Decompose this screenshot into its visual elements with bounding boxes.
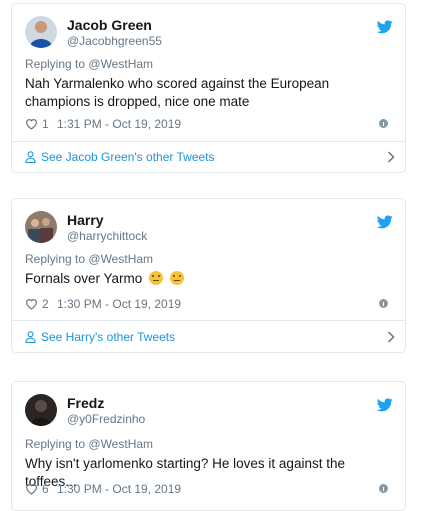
reply-prefix: Replying to bbox=[25, 57, 86, 71]
reply-context: Replying to @WestHam bbox=[25, 252, 153, 266]
tweet-card[interactable]: Fredz @y0Fredzinho Replying to @WestHam … bbox=[11, 381, 406, 511]
twitter-bird-icon[interactable] bbox=[377, 215, 393, 229]
tweet-card[interactable]: Jacob Green @Jacobhgreen55 Replying to @… bbox=[11, 3, 406, 173]
tweet-meta: 1 1:31 PM - Oct 19, 2019 bbox=[25, 117, 395, 133]
reply-prefix: Replying to bbox=[25, 252, 86, 266]
tweet-header: Fredz @y0Fredzinho bbox=[25, 394, 395, 430]
heart-icon[interactable] bbox=[25, 483, 38, 495]
reply-context: Replying to @WestHam bbox=[25, 57, 153, 71]
avatar[interactable] bbox=[25, 16, 57, 48]
info-icon[interactable] bbox=[379, 299, 388, 308]
see-other-tweets-link[interactable]: See Harry's other Tweets bbox=[25, 329, 395, 349]
info-icon[interactable] bbox=[379, 484, 388, 493]
like-count: 6 bbox=[42, 482, 49, 496]
chevron-right-icon[interactable] bbox=[387, 331, 395, 343]
tweet-header: Harry @harrychittock bbox=[25, 211, 395, 247]
info-icon[interactable] bbox=[379, 119, 388, 128]
like-count: 1 bbox=[42, 117, 49, 131]
divider bbox=[12, 320, 405, 321]
reply-to-link[interactable]: @WestHam bbox=[88, 437, 153, 451]
heart-icon[interactable] bbox=[25, 118, 38, 130]
timestamp[interactable]: 1:30 PM - Oct 19, 2019 bbox=[57, 297, 181, 311]
avatar-icon bbox=[25, 211, 57, 243]
user-name[interactable]: Harry bbox=[67, 212, 104, 228]
avatar-icon bbox=[25, 16, 57, 48]
tweet-text: Nah Yarmalenko who scored against the Eu… bbox=[25, 76, 330, 109]
user-name[interactable]: Fredz bbox=[67, 395, 104, 411]
reply-to-link[interactable]: @WestHam bbox=[88, 57, 153, 71]
user-handle[interactable]: @Jacobhgreen55 bbox=[67, 34, 162, 48]
tweet-meta: 2 1:30 PM - Oct 19, 2019 bbox=[25, 297, 395, 313]
user-handle[interactable]: @harrychittock bbox=[67, 229, 147, 243]
timestamp[interactable]: 1:30 PM - Oct 19, 2019 bbox=[57, 482, 181, 496]
tweet-text-content: Fornals over Yarmo bbox=[25, 271, 143, 286]
face-with-raised-eyebrow-icon bbox=[149, 271, 164, 285]
tweet-text: Fornals over Yarmo bbox=[25, 270, 395, 288]
see-other-tweets-label[interactable]: See Jacob Green's other Tweets bbox=[41, 150, 215, 164]
like-count: 2 bbox=[42, 297, 49, 311]
reply-prefix: Replying to bbox=[25, 437, 86, 451]
person-icon bbox=[25, 151, 36, 163]
user-name[interactable]: Jacob Green bbox=[67, 17, 152, 33]
tweet-card[interactable]: Harry @harrychittock Replying to @WestHa… bbox=[11, 198, 406, 353]
heart-icon[interactable] bbox=[25, 298, 38, 310]
divider bbox=[12, 141, 405, 142]
face-with-raised-eyebrow-icon bbox=[169, 271, 184, 285]
avatar[interactable] bbox=[25, 211, 57, 243]
timestamp[interactable]: 1:31 PM - Oct 19, 2019 bbox=[57, 117, 181, 131]
tweet-header: Jacob Green @Jacobhgreen55 bbox=[25, 16, 395, 52]
reply-to-link[interactable]: @WestHam bbox=[88, 252, 153, 266]
see-other-tweets-label[interactable]: See Harry's other Tweets bbox=[41, 330, 175, 344]
user-handle[interactable]: @y0Fredzinho bbox=[67, 412, 145, 426]
avatar-icon bbox=[25, 394, 57, 426]
see-other-tweets-link[interactable]: See Jacob Green's other Tweets bbox=[25, 149, 395, 169]
twitter-bird-icon[interactable] bbox=[377, 20, 393, 34]
tweet-meta: 6 1:30 PM - Oct 19, 2019 bbox=[25, 482, 395, 498]
chevron-right-icon[interactable] bbox=[387, 151, 395, 163]
person-icon bbox=[25, 331, 36, 343]
twitter-bird-icon[interactable] bbox=[377, 398, 393, 412]
avatar[interactable] bbox=[25, 394, 57, 426]
reply-context: Replying to @WestHam bbox=[25, 437, 153, 451]
